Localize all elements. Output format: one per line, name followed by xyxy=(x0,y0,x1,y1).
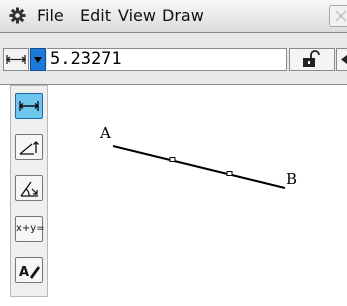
slope-tool-icon xyxy=(19,141,39,155)
chevron-down-icon xyxy=(34,57,42,63)
close-button[interactable] xyxy=(329,5,347,27)
measure-type-button[interactable] xyxy=(3,48,29,71)
menu-bar: File Edit View Draw xyxy=(0,0,347,33)
scroll-left-button[interactable] xyxy=(336,48,347,71)
menu-file[interactable]: File xyxy=(37,6,64,26)
tool-length[interactable] xyxy=(15,93,43,119)
angle-tool-icon xyxy=(20,181,38,197)
tool-equation[interactable]: x+y= xyxy=(15,216,45,242)
length-tool-icon xyxy=(18,101,40,111)
svg-text:A: A xyxy=(19,265,29,280)
geometry-canvas[interactable]: A B xyxy=(49,86,347,306)
tool-text[interactable]: A xyxy=(15,257,43,283)
point-b-label: B xyxy=(286,170,298,188)
text-pencil-icon: A xyxy=(19,265,40,280)
equation-tool-label: x+y= xyxy=(16,223,45,234)
gear-icon[interactable] xyxy=(9,7,26,24)
menu-draw[interactable]: Draw xyxy=(162,6,204,26)
point-a-label: A xyxy=(100,124,111,142)
tool-palette: x+y= A xyxy=(10,85,48,297)
close-icon xyxy=(335,10,347,22)
segment-ab[interactable] xyxy=(49,86,347,306)
segment-selection-handle[interactable] xyxy=(226,171,233,176)
menu-edit[interactable]: Edit xyxy=(80,6,111,26)
length-icon xyxy=(5,55,27,64)
tool-angle-slope[interactable] xyxy=(15,134,43,160)
measure-dropdown-button[interactable] xyxy=(30,48,46,71)
menu-view[interactable]: View xyxy=(118,6,156,26)
arrow-left-icon xyxy=(341,55,347,64)
unlock-icon xyxy=(303,50,320,67)
segment-selection-handle[interactable] xyxy=(169,157,176,162)
measurement-toolbar: 5.23271 xyxy=(0,33,347,85)
tool-angle[interactable] xyxy=(15,175,43,201)
measurement-value-field[interactable]: 5.23271 xyxy=(47,48,287,71)
lock-button[interactable] xyxy=(289,48,335,71)
